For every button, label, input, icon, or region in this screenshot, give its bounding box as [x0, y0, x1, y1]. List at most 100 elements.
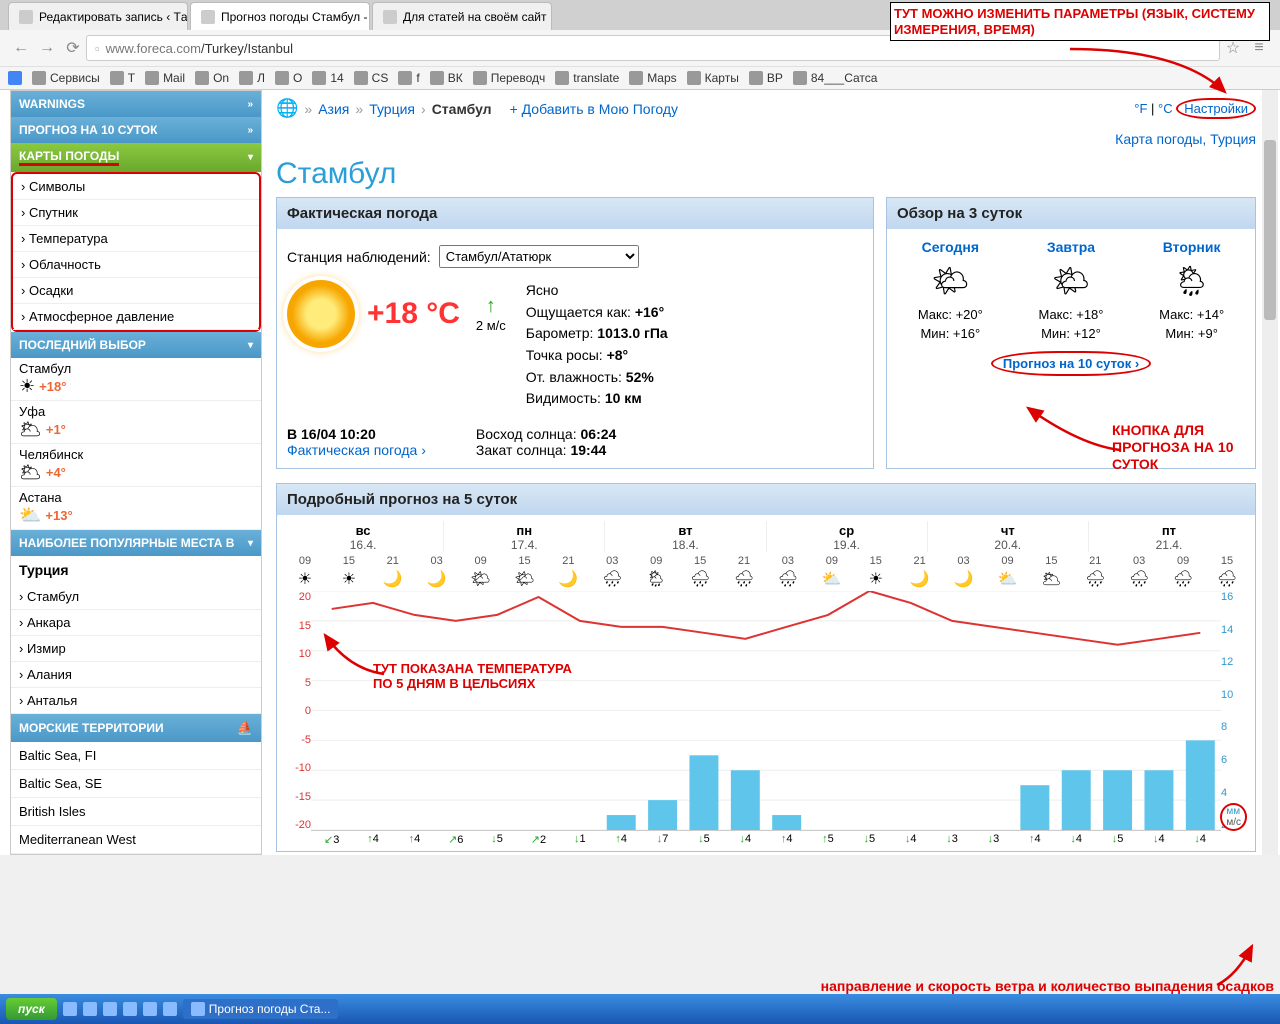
quicklaunch-icon[interactable] [123, 1002, 137, 1016]
annotation-settings: ТУТ МОЖНО ИЗМЕНИТЬ ПАРАМЕТРЫ (ЯЗЫК, СИСТ… [890, 2, 1270, 41]
annotation-chart-temp: ТУТ ПОКАЗАНА ТЕМПЕРАТУРАПО 5 ДНЯМ В ЦЕЛЬ… [373, 661, 572, 691]
bookmark-item[interactable]: On [195, 71, 229, 85]
wind-cell: ↓4 [1055, 833, 1096, 851]
popular-city[interactable]: Алания [11, 662, 261, 688]
sidebar-warnings[interactable]: WARNINGS» [11, 91, 261, 117]
page-title: Стамбул [276, 151, 1256, 197]
overview-day[interactable]: Сегодня🌤Макс: +20°Мин: +16° [918, 239, 983, 341]
weather-icon: 🌧 [1073, 569, 1117, 589]
sidebar-recent[interactable]: ПОСЛЕДНИЙ ВЫБОР▾ [11, 332, 261, 358]
quicklaunch-icon[interactable] [103, 1002, 117, 1016]
add-to-my-weather[interactable]: + Добавить в Мою Погоду [510, 101, 678, 117]
bookmark-item[interactable]: T [110, 71, 135, 85]
bookmark-item[interactable]: f [398, 71, 419, 85]
browser-tab[interactable]: Прогноз погоды Стамбул -× [190, 2, 370, 30]
weather-icon: 🌧 [766, 569, 810, 589]
unit-c[interactable]: °C [1158, 101, 1173, 116]
weather-icon: 🌙 [942, 569, 986, 589]
bookmark-item[interactable]: Переводч [473, 71, 546, 85]
overview-day[interactable]: Вторник🌦Макс: +14°Мин: +9° [1159, 239, 1224, 341]
popular-country: Турция [11, 556, 261, 584]
sidebar-item[interactable]: Символы [13, 174, 259, 200]
station-select[interactable]: Стамбул/Ататюрк [439, 245, 639, 268]
recent-city-block[interactable]: Челябинск🌥+4° [11, 444, 261, 487]
url-path: /Turkey/Istanbul [201, 41, 293, 56]
main-content: 🌐 » Азия » Турция › Стамбул + Добавить в… [262, 90, 1270, 855]
sea-territory[interactable]: British Isles [11, 798, 261, 826]
weather-icon: 🌙 [371, 569, 415, 589]
wind-cell: ↑4 [766, 833, 807, 851]
weather-icon: 🌧 [1117, 569, 1161, 589]
start-button[interactable]: пуск [6, 998, 57, 1020]
quicklaunch-icon[interactable] [163, 1002, 177, 1016]
settings-link[interactable]: Настройки [1176, 98, 1256, 119]
sea-territory[interactable]: Baltic Sea, SE [11, 770, 261, 798]
wind-cell: ↗2 [518, 833, 559, 851]
weather-icon: 🌧 [1205, 569, 1249, 589]
weather-icon: ⛅ [810, 569, 854, 589]
bookmark-item[interactable]: Сервисы [32, 71, 100, 85]
sidebar-weather-maps[interactable]: КАРТЫ ПОГОДЫ▾ [11, 143, 261, 172]
quicklaunch-icon[interactable] [143, 1002, 157, 1016]
quicklaunch-icon[interactable] [83, 1002, 97, 1016]
sidebar-seas[interactable]: МОРСКИЕ ТЕРРИТОРИИ⛵ [11, 714, 261, 742]
taskbar-window[interactable]: Прогноз погоды Ста... [183, 999, 339, 1019]
popular-city[interactable]: Анкара [11, 610, 261, 636]
sidebar-item[interactable]: Облачность [13, 252, 259, 278]
bookmark-item[interactable]: BP [749, 71, 783, 85]
sidebar-item[interactable]: Осадки [13, 278, 259, 304]
bookmark-item[interactable]: translate [555, 71, 619, 85]
station-label: Станция наблюдений: [287, 249, 431, 265]
unit-f[interactable]: °F [1134, 101, 1147, 116]
bookmark-item[interactable]: Карты [687, 71, 739, 85]
sidebar-popular[interactable]: НАИБОЛЕЕ ПОПУЛЯРНЫЕ МЕСТА В▾ [11, 530, 261, 556]
bookmark-item[interactable]: Mail [145, 71, 185, 85]
crumb-turkey[interactable]: Турция [369, 101, 415, 117]
popular-city[interactable]: Стамбул [11, 584, 261, 610]
crumb-asia[interactable]: Азия [318, 101, 349, 117]
sidebar-item[interactable]: Атмосферное давление [13, 304, 259, 330]
bookmark-item[interactable]: ВК [430, 71, 463, 85]
browser-tab[interactable]: Для статей на своём сайт× [372, 2, 552, 30]
recent-city-block[interactable]: Уфа🌥+1° [11, 401, 261, 444]
bookmark-item[interactable]: CS [354, 71, 389, 85]
wind-cell: ↓3 [931, 833, 972, 851]
overview-day[interactable]: Завтра🌤Макс: +18°Мин: +12° [1038, 239, 1103, 341]
bookmark-item[interactable]: O [275, 71, 302, 85]
back-button[interactable]: ← [10, 37, 32, 59]
wind-cell: ↑5 [807, 833, 848, 851]
sea-territory[interactable]: Mediterranean West [11, 826, 261, 854]
forecast-day-header: вс16.4. [283, 521, 443, 552]
bookmark-item[interactable]: Maps [629, 71, 676, 85]
unit-settings: °F | °C Настройки [1134, 101, 1256, 116]
browser-tab[interactable]: Редактировать запись ‹ Тa× [8, 2, 188, 30]
wind-cell: ↓4 [1180, 833, 1221, 851]
wind-cell: ↗6 [435, 833, 476, 851]
recent-city-block[interactable]: Стамбул☀+18° [11, 358, 261, 401]
bookmark-item[interactable]: 14 [312, 71, 343, 85]
sidebar: WARNINGS» ПРОГНОЗ НА 10 СУТОК» КАРТЫ ПОГ… [10, 90, 262, 855]
quicklaunch-icon[interactable] [63, 1002, 77, 1016]
bookmark-item[interactable]: 84___Сатса [793, 71, 878, 85]
recent-city-block[interactable]: Астана⛅+13° [11, 487, 261, 530]
sidebar-item[interactable]: Температура [13, 226, 259, 252]
sea-territory[interactable]: Baltic Sea, FI [11, 742, 261, 770]
wind-cell: ↑4 [601, 833, 642, 851]
sidebar-forecast10[interactable]: ПРОГНОЗ НА 10 СУТОК» [11, 117, 261, 143]
crumb-city: Стамбул [432, 101, 492, 117]
forward-button[interactable]: → [36, 37, 58, 59]
bookmarks-bar: Сервисы T Mail On ЛO 14 CS f ВК Переводч translate… [0, 66, 1280, 89]
sidebar-item[interactable]: Спутник [13, 200, 259, 226]
bookmark-item[interactable]: Л [239, 71, 265, 85]
wind-cell: ↑4 [1014, 833, 1055, 851]
weather-map-link[interactable]: Карта погоды, Турция [1115, 131, 1256, 147]
apps-icon[interactable] [8, 71, 22, 85]
forecast-10-link[interactable]: Прогноз на 10 суток › [991, 351, 1151, 376]
popular-city[interactable]: Анталья [11, 688, 261, 714]
actual-weather-link[interactable]: Фактическая погода › [287, 442, 426, 458]
popular-city[interactable]: Измир [11, 636, 261, 662]
reload-button[interactable]: ⟳ [62, 37, 84, 59]
wind-cell: ↓5 [683, 833, 724, 851]
url-host: www.foreca.com [106, 41, 201, 56]
weather-icon: 🌦 [634, 569, 678, 589]
